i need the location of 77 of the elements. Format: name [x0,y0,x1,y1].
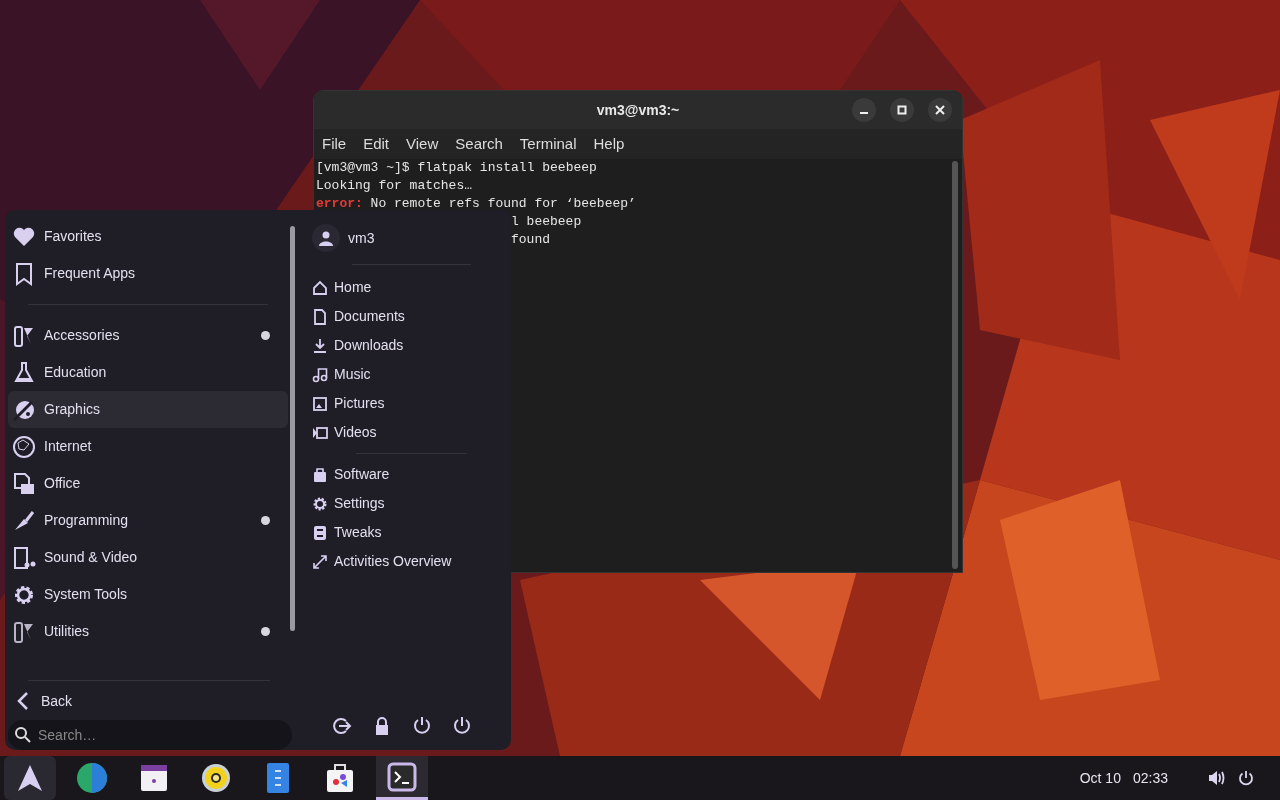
trowel-icon [12,508,36,533]
tools-icon [12,323,36,348]
expand-icon [312,553,328,570]
terminal-line: [vm3@vm3 ~]$ flatpak install beebeep [316,160,597,175]
scrollbar[interactable] [952,161,958,569]
terminal-line: Looking for matches… [316,178,473,193]
search-icon [14,726,32,744]
back-icon [15,692,31,711]
logout-icon[interactable] [332,716,352,736]
speaker-icon [200,762,232,794]
window-title: vm3@vm3:~ [596,100,680,120]
back-button[interactable]: Back [8,688,290,714]
place-item[interactable]: Downloads [312,331,404,360]
category-item[interactable]: Programming [8,502,288,539]
category-item[interactable]: Sound & Video [8,539,288,576]
date-label: Oct 10 [1079,768,1121,788]
maximize-icon [897,105,907,115]
volume-icon[interactable] [1208,770,1226,786]
power-icon[interactable] [1238,770,1254,786]
minimize-button[interactable] [852,98,876,122]
user-avatar-icon [318,230,334,246]
place-item[interactable]: Videos [312,418,377,447]
terminal-icon [386,760,418,793]
search-field[interactable]: Search… [8,720,292,750]
user-name: vm3 [348,228,375,248]
globe-icon [76,762,108,794]
menu-item[interactable]: Search [455,132,503,156]
terminal-line: found [511,232,550,247]
place-item[interactable]: Documents [312,302,405,331]
taskbar-app[interactable] [376,756,428,800]
video-icon [312,424,328,441]
app-item[interactable]: Activities Overview [312,547,452,576]
close-button[interactable] [928,98,952,122]
menu-item[interactable]: View [406,132,439,156]
app-item[interactable]: Software [312,460,390,489]
category-item[interactable]: Office [8,465,288,502]
document-icon [312,308,328,325]
tools-icon [12,619,36,644]
shopping-bag-icon [324,762,356,794]
terminal-line: error: No remote refs found for ‘beebeep’ [316,196,636,211]
image-icon [312,395,328,412]
shopping-bag-icon [312,466,328,483]
music-icon [312,366,328,383]
scrollbar[interactable] [290,226,295,631]
gear-icon [312,495,328,512]
app-item[interactable]: Tweaks [312,518,382,547]
menu-item[interactable]: Edit [363,132,390,156]
category-item[interactable]: Education [8,354,288,391]
restart-icon[interactable] [412,716,432,736]
power-icon[interactable] [452,716,472,736]
category-item[interactable]: System Tools [8,576,288,613]
close-icon [935,105,945,115]
category-item[interactable]: Internet [8,428,288,465]
clock: 02:33 [1132,768,1168,788]
menu-item[interactable]: File [322,132,347,156]
place-item[interactable]: Pictures [312,389,385,418]
home-icon [312,279,328,296]
category-item[interactable]: Accessories [8,317,288,354]
maximize-button[interactable] [890,98,914,122]
calendar-icon [138,762,170,794]
minimize-icon [860,112,868,114]
category-item[interactable]: Graphics [8,391,288,428]
flask-icon [12,360,36,385]
toggles-icon [312,524,328,541]
category-item[interactable]: Frequent Apps [8,255,288,292]
place-item[interactable]: Home [312,273,372,302]
menu-item[interactable]: Help [593,132,625,156]
place-item[interactable]: Music [312,360,371,389]
document-chart-icon [12,471,36,496]
menu-item[interactable]: Terminal [519,132,577,156]
download-icon [312,337,328,354]
app-item[interactable]: Settings [312,489,385,518]
terminal-line: l beebeep [511,214,582,229]
category-item[interactable]: Utilities [8,613,288,650]
globe-icon [12,434,36,459]
category-item[interactable]: Favorites [8,218,288,255]
taskbar-app[interactable] [4,756,56,800]
